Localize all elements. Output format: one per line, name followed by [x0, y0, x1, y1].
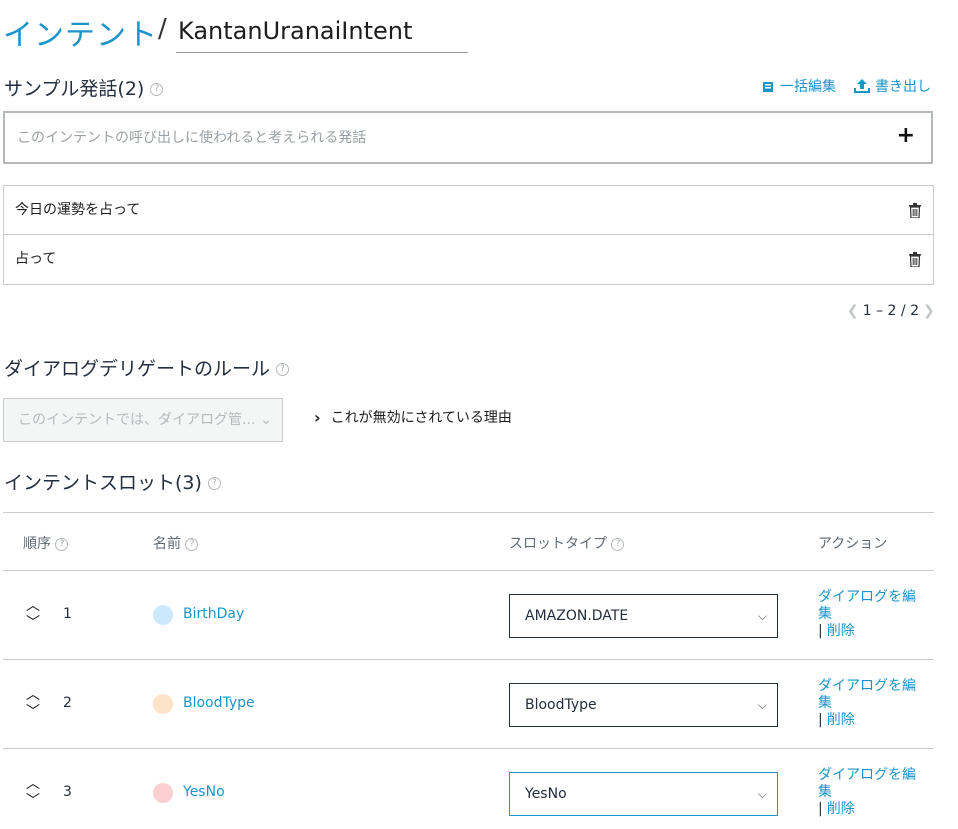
delete-slot-link[interactable]: 削除: [827, 712, 855, 728]
chevron-right-icon: ›: [314, 407, 321, 427]
slot-color-dot: [153, 605, 173, 625]
export-button[interactable]: 書き出し: [853, 76, 931, 96]
edit-dialog-link[interactable]: ダイアログを編集: [818, 767, 916, 800]
intent-name-field[interactable]: KantanUranaiIntent: [176, 14, 468, 53]
chevron-up-icon[interactable]: ︿: [25, 688, 41, 705]
slot-row: ︿ ﹀ 1 BirthDay AMAZON.DATE ⌵ ダイアログを編集 | 削…: [3, 571, 934, 660]
delete-slot-link[interactable]: 削除: [827, 801, 855, 817]
column-name-label: 名前: [153, 536, 181, 552]
utterance-list: 今日の運勢を占って 占って: [3, 185, 934, 285]
chevron-up-icon[interactable]: ︿: [25, 777, 41, 794]
slot-row: ︿ ﹀ 2 BloodType BloodType ⌵ ダイアログを編集 | 削除: [3, 660, 934, 749]
trash-icon[interactable]: [909, 203, 921, 218]
intent-slots-heading: インテントスロット(3) ?: [4, 468, 221, 495]
why-disabled-link[interactable]: › これが無効にされている理由: [314, 407, 512, 427]
column-slot-type-label: スロットタイプ: [509, 536, 607, 552]
slot-order: 1: [63, 606, 72, 622]
bulk-edit-icon: [763, 81, 773, 92]
breadcrumb-intents-link[interactable]: インテント: [3, 10, 158, 54]
action-separator: |: [818, 712, 823, 728]
why-disabled-label: これが無効にされている理由: [330, 410, 512, 426]
help-icon[interactable]: ?: [185, 537, 199, 551]
utterance-input[interactable]: [5, 113, 865, 162]
chevron-down-icon[interactable]: ﹀: [25, 705, 41, 722]
delete-slot-link[interactable]: 削除: [827, 623, 855, 639]
bulk-edit-button[interactable]: 一括編集: [762, 76, 836, 96]
chevron-down-icon[interactable]: ﹀: [25, 794, 41, 811]
action-separator: |: [818, 801, 823, 817]
slot-type-select[interactable]: YesNo ⌵: [509, 772, 778, 816]
chevron-down-icon: ⌄: [260, 412, 272, 428]
chevron-down-icon: ⌵: [757, 609, 767, 623]
slot-color-dot: [153, 694, 173, 714]
slot-table-header: 順序 ? 名前 ? スロットタイプ ? アクション: [3, 512, 934, 571]
slot-actions: ダイアログを編集 | 削除: [818, 678, 918, 729]
chevron-down-icon: ⌵: [757, 698, 767, 712]
trash-icon[interactable]: [909, 252, 921, 267]
chevron-down-icon[interactable]: ﹀: [25, 616, 41, 633]
dialog-delegation-select: このインテントでは、ダイアログ管... ⌄: [3, 398, 283, 442]
slot-order: 3: [63, 784, 72, 800]
edit-dialog-link[interactable]: ダイアログを編集: [818, 589, 916, 622]
chevron-left-icon[interactable]: ❮: [847, 303, 859, 319]
utterance-row[interactable]: 占って: [4, 235, 933, 284]
dialog-delegation-title: ダイアログデリゲートのルール: [4, 358, 271, 380]
help-icon[interactable]: ?: [276, 363, 290, 376]
reorder-controls: ︿ ﹀: [25, 599, 41, 633]
slot-type-value: YesNo: [525, 786, 567, 802]
chevron-up-icon[interactable]: ︿: [25, 599, 41, 616]
bulk-edit-label: 一括編集: [780, 79, 836, 95]
slot-type-select[interactable]: AMAZON.DATE ⌵: [509, 594, 778, 638]
upload-icon: [854, 79, 870, 93]
breadcrumb-separator: /: [158, 14, 167, 44]
slot-order: 2: [63, 695, 72, 711]
chevron-right-icon[interactable]: ❯: [923, 303, 935, 319]
chevron-down-icon: ⌵: [757, 787, 767, 801]
export-label: 書き出し: [875, 79, 931, 95]
slot-color-dot: [153, 783, 173, 803]
column-order-label: 順序: [23, 536, 51, 552]
add-utterance-button[interactable]: +: [897, 123, 915, 148]
help-icon[interactable]: ?: [207, 477, 221, 490]
reorder-controls: ︿ ﹀: [25, 777, 41, 811]
column-actions: アクション: [818, 536, 888, 552]
intent-slots-title: インテントスロット(3): [4, 472, 202, 494]
utterance-text: 今日の運勢を占って: [15, 202, 141, 218]
action-separator: |: [818, 623, 823, 639]
edit-dialog-link[interactable]: ダイアログを編集: [818, 678, 916, 711]
help-icon[interactable]: ?: [150, 83, 164, 96]
dialog-delegation-heading: ダイアログデリゲートのルール ?: [4, 354, 290, 381]
sample-utterances-title: サンプル発話(2): [4, 78, 145, 100]
slot-type-value: BloodType: [525, 697, 597, 713]
pagination: ❮ 1 – 2 / 2 ❯: [847, 303, 935, 319]
slot-name-link[interactable]: BirthDay: [183, 606, 244, 622]
sample-utterances-heading: サンプル発話(2) ?: [4, 74, 164, 101]
column-slot-type: スロットタイプ ?: [509, 533, 625, 553]
slot-actions: ダイアログを編集 | 削除: [818, 767, 918, 818]
reorder-controls: ︿ ﹀: [25, 688, 41, 722]
column-name: 名前 ?: [153, 533, 199, 553]
pagination-range: 1 – 2 / 2: [862, 303, 919, 319]
slot-type-value: AMAZON.DATE: [525, 608, 629, 624]
slot-actions: ダイアログを編集 | 削除: [818, 589, 918, 640]
slot-type-select[interactable]: BloodType ⌵: [509, 683, 778, 727]
slot-row: ︿ ﹀ 3 YesNo YesNo ⌵ ダイアログを編集 | 削除: [3, 749, 934, 829]
utterance-input-box: +: [3, 111, 933, 164]
help-icon[interactable]: ?: [55, 537, 69, 551]
utterance-text: 占って: [15, 251, 57, 267]
dialog-delegation-value: このインテントでは、ダイアログ管...: [18, 412, 256, 428]
help-icon[interactable]: ?: [611, 537, 625, 551]
slot-table: 順序 ? 名前 ? スロットタイプ ? アクション ︿ ﹀ 1 BirthDay…: [3, 512, 934, 829]
utterance-row[interactable]: 今日の運勢を占って: [4, 186, 933, 235]
slot-name-link[interactable]: BloodType: [183, 695, 255, 711]
column-order: 順序 ?: [23, 533, 69, 553]
slot-name-link[interactable]: YesNo: [183, 784, 225, 800]
